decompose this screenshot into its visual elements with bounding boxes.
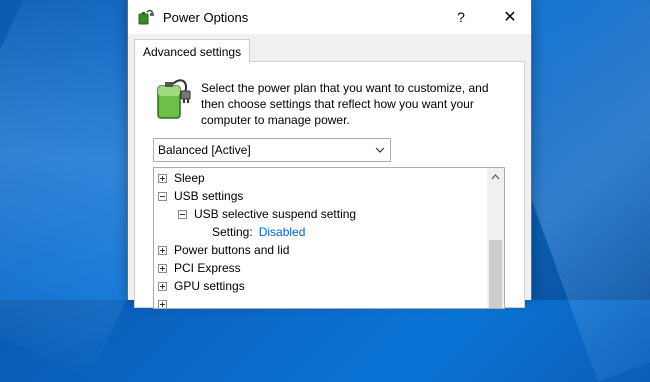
settings-tree[interactable]: Sleep USB settings USB selective suspend… bbox=[153, 167, 505, 309]
power-options-window: Power Options ? ✕ Advanced settings Sele… bbox=[127, 0, 532, 309]
tree-item-label: Sleep bbox=[174, 171, 205, 185]
collapse-icon[interactable] bbox=[178, 209, 187, 219]
tab-advanced-settings[interactable]: Advanced settings bbox=[134, 39, 251, 63]
title-bar[interactable]: Power Options ? ✕ bbox=[128, 0, 531, 34]
tree-item-usb-settings[interactable]: USB settings bbox=[158, 187, 243, 205]
tree-item-usb-selective-suspend[interactable]: USB selective suspend setting bbox=[178, 205, 356, 223]
tree-item-label: USB settings bbox=[174, 189, 244, 203]
tree-item-gpu-settings[interactable]: GPU settings bbox=[158, 277, 245, 295]
setting-value-link[interactable]: Disabled bbox=[259, 225, 306, 239]
scroll-up-arrow-icon[interactable] bbox=[487, 168, 504, 185]
advanced-settings-panel: Select the power plan that you want to c… bbox=[134, 61, 525, 309]
scroll-thumb[interactable] bbox=[489, 240, 502, 308]
tree-item-setting[interactable]: Setting: Disabled bbox=[212, 223, 305, 241]
tree-item-partial[interactable] bbox=[158, 295, 174, 308]
expand-icon[interactable] bbox=[158, 299, 167, 308]
power-options-icon bbox=[138, 9, 154, 25]
close-button[interactable]: ✕ bbox=[492, 0, 528, 34]
power-plan-dropdown[interactable]: Balanced [Active] bbox=[153, 138, 391, 162]
tree-item-label: Power buttons and lid bbox=[174, 243, 290, 257]
tree-item-label: PCI Express bbox=[174, 261, 241, 275]
tree-scrollbar[interactable] bbox=[487, 168, 504, 308]
power-plan-selected: Balanced [Active] bbox=[158, 143, 251, 157]
window-title: Power Options bbox=[163, 10, 249, 25]
expand-icon[interactable] bbox=[158, 173, 167, 183]
tree-item-power-buttons[interactable]: Power buttons and lid bbox=[158, 241, 289, 259]
collapse-icon[interactable] bbox=[158, 191, 167, 201]
tree-item-label: GPU settings bbox=[174, 279, 245, 293]
battery-plug-icon bbox=[157, 79, 191, 119]
tree-item-pci-express[interactable]: PCI Express bbox=[158, 259, 241, 277]
chevron-down-icon bbox=[370, 147, 390, 153]
tree-item-sleep[interactable]: Sleep bbox=[158, 169, 205, 187]
description-text: Select the power plan that you want to c… bbox=[201, 81, 489, 127]
setting-label: Setting: bbox=[212, 225, 253, 239]
expand-icon[interactable] bbox=[158, 281, 167, 291]
expand-icon[interactable] bbox=[158, 245, 167, 255]
tree-item-label: USB selective suspend setting bbox=[194, 207, 357, 221]
help-button[interactable]: ? bbox=[443, 0, 479, 34]
expand-icon[interactable] bbox=[158, 263, 167, 273]
